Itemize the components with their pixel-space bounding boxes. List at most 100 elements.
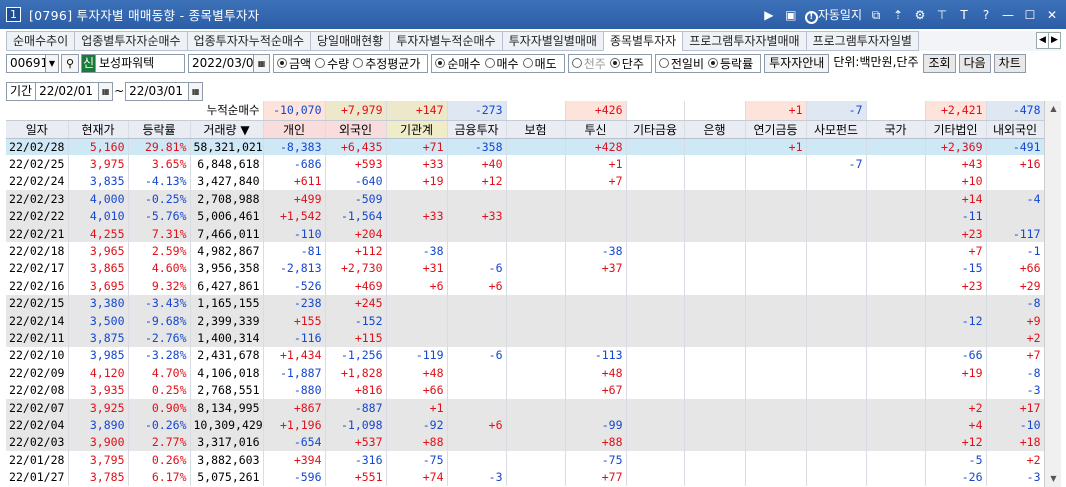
column-header[interactable]: 거래량 ▼ <box>190 119 264 139</box>
stock-code-input[interactable]: 006910 <box>6 53 56 73</box>
column-header[interactable]: 외국인 <box>325 119 387 139</box>
table-row[interactable]: 22/02/18 3,965 2.59% 4,982,867 -81 +112 -38 -38… <box>6 242 1045 260</box>
column-header[interactable]: 기타법인 <box>925 119 987 139</box>
table-row[interactable]: 22/02/24 3,835 -4.13% 3,427,840 +611 -640 +19 +… <box>6 172 1045 191</box>
pin-icon[interactable]: ⊤ <box>934 7 950 23</box>
column-header[interactable]: 일자 <box>6 119 69 139</box>
table-cell <box>806 207 867 225</box>
tab-8[interactable]: 프로그램투자자일별 <box>805 31 919 51</box>
help-icon[interactable]: ? <box>978 7 994 23</box>
settings-window-icon[interactable]: ⚙ <box>912 7 928 23</box>
radio-prev[interactable]: 전일비 <box>658 55 704 72</box>
column-header[interactable]: 은행 <box>684 119 746 139</box>
table-row[interactable]: 22/02/10 3,985 -3.28% 2,431,678 +1,434 -1,256… <box>6 346 1045 365</box>
column-header[interactable]: 보험 <box>506 119 566 139</box>
tab-7[interactable]: 프로그램투자자별매매 <box>682 31 807 51</box>
table-row[interactable]: 22/02/07 3,925 0.90% 8,134,995 +867 -887 +1 +2 +… <box>6 398 1045 417</box>
table-cell: -110 <box>263 224 326 243</box>
summary-cell: -478 <box>986 101 1045 121</box>
summary-cell: +147 <box>386 101 448 121</box>
upload-icon[interactable]: ⇡ <box>890 7 906 23</box>
table-cell: -99 <box>565 416 627 434</box>
table-row[interactable]: 22/02/11 3,875 -2.76% 1,400,314 -116 +115 +2 <box>6 329 1045 347</box>
calendar-from-icon[interactable]: ▦ <box>98 81 114 101</box>
tab-next-icon[interactable]: ▶ <box>1048 32 1061 49</box>
table-row[interactable]: 22/01/27 3,785 6.17% 5,075,261 -596 +551 +74 -3… <box>6 468 1045 486</box>
table-row[interactable]: 22/02/25 3,975 3.65% 6,848,618 -686 +593 +33 +4… <box>6 155 1045 173</box>
table-row[interactable]: 22/02/23 4,000 -0.25% 2,708,988 +499 -509 +14-… <box>6 190 1045 208</box>
table-cell: 22/02/18 <box>6 242 69 260</box>
table-cell <box>806 433 867 452</box>
column-header[interactable]: 연기금등 <box>745 119 807 139</box>
radio-thousand[interactable]: 천주 <box>571 55 606 72</box>
table-row[interactable]: 22/02/14 3,500 -9.68% 2,399,339 +155 -152 -12 +… <box>6 311 1045 330</box>
table-row[interactable]: 22/02/22 4,010 -5.76% 5,006,461 +1,542 -1,564… <box>6 207 1045 225</box>
scroll-up-icon[interactable]: ▲ <box>1045 101 1062 117</box>
tab-1[interactable]: 업종별투자자순매수 <box>74 31 188 51</box>
column-header[interactable]: 현재가 <box>68 119 129 139</box>
search-icon[interactable]: ⚲ <box>61 53 79 73</box>
vertical-scrollbar[interactable]: ▲ ▼ <box>1044 101 1061 487</box>
next-button[interactable]: 다음 <box>958 53 991 73</box>
column-header[interactable]: 투신 <box>565 119 627 139</box>
table-row[interactable]: 22/02/03 3,900 2.77% 3,317,016 -654 +537 +88 +8… <box>6 433 1045 452</box>
table-row[interactable]: 22/02/16 3,695 9.32% 6,427,861 -526 +469 +6 +6 +… <box>6 277 1045 295</box>
column-header[interactable]: 국가 <box>866 119 926 139</box>
code-dropdown-icon[interactable]: ▼ <box>45 53 59 73</box>
tab-3[interactable]: 당일매매현황 <box>309 31 391 51</box>
date-input[interactable]: 2022/03/01 <box>188 53 261 73</box>
period-from-input[interactable]: 22/02/01 <box>35 81 100 101</box>
text-icon[interactable]: T <box>956 7 972 23</box>
radio-buy[interactable]: 매수 <box>484 55 519 72</box>
table-row[interactable]: 22/02/09 4,120 4.70% 4,106,018 -1,887 +1,828 +… <box>6 364 1045 382</box>
radio-qty[interactable]: 수량 <box>315 55 349 72</box>
table-row[interactable]: 22/01/28 3,795 0.26% 3,882,603 +394 -316 -75 -7… <box>6 451 1045 469</box>
table-row[interactable]: 22/02/28 5,160 29.81% 58,321,021 -8,383 +6,43… <box>6 138 1045 156</box>
table-row[interactable]: 22/02/08 3,935 0.25% 2,768,551 -880 +816 +66 +6… <box>6 381 1045 399</box>
minimize-icon[interactable]: — <box>1000 7 1016 23</box>
table-cell: +155 <box>263 311 326 330</box>
table-cell: -596 <box>263 468 326 486</box>
unit-group: 천주 단주 <box>567 53 652 73</box>
column-header[interactable]: 등락률 <box>128 119 191 139</box>
table-row[interactable]: 22/02/17 3,865 4.60% 3,956,358 -2,813 +2,730 +… <box>6 259 1045 278</box>
tab-6[interactable]: 종목별투자자 <box>602 31 684 51</box>
play-icon[interactable]: ▶ <box>761 7 777 23</box>
radio-change[interactable]: 등락률 <box>708 55 753 72</box>
column-header[interactable]: 개인 <box>263 119 326 139</box>
scroll-down-icon[interactable]: ▼ <box>1045 471 1062 487</box>
table-cell <box>684 364 746 382</box>
calendar-to-icon[interactable]: ▦ <box>188 81 204 101</box>
link-icon[interactable]: ⧉ <box>868 7 884 23</box>
table-cell: -509 <box>325 190 387 208</box>
column-header[interactable]: 내외국인 <box>986 119 1045 139</box>
radio-amount[interactable]: 금액 <box>277 55 311 72</box>
tab-5[interactable]: 투자자별일별매매 <box>501 31 604 51</box>
radio-net[interactable]: 순매수 <box>435 55 481 72</box>
tab-0[interactable]: 순매수추이 <box>6 31 76 51</box>
calendar-icon[interactable]: ▦ <box>253 53 270 73</box>
table-cell: 22/02/15 <box>6 294 69 312</box>
close-icon[interactable]: ✕ <box>1044 7 1060 23</box>
radio-est[interactable]: 추정평균가 <box>353 55 420 72</box>
search-button[interactable]: 조회 <box>923 53 956 73</box>
table-row[interactable]: 22/02/15 3,380 -3.43% 1,165,155 -238 +245 -8 <box>6 294 1045 312</box>
table-cell <box>447 190 507 208</box>
table-cell: +9 <box>986 311 1045 330</box>
investor-guide-button[interactable]: 투자자안내 <box>764 53 830 73</box>
table-row[interactable]: 22/02/04 3,890 -0.26% 10,309,429 +1,196 -1,09… <box>6 416 1045 434</box>
radio-sell[interactable]: 매도 <box>522 55 557 72</box>
column-header[interactable]: 기타금융 <box>626 119 685 139</box>
column-header[interactable]: 기관계 <box>386 119 448 139</box>
period-to-input[interactable]: 22/03/01 <box>125 81 190 101</box>
table-row[interactable]: 22/02/21 4,255 7.31% 7,466,011 -110 +204 +23 -1… <box>6 224 1045 243</box>
tab-2[interactable]: 업종투자자누적순매수 <box>186 31 311 51</box>
tab-4[interactable]: 투자자별누적순매수 <box>389 31 503 51</box>
radio-unit-shares[interactable]: 단주 <box>609 55 644 72</box>
column-header[interactable]: 사모펀드 <box>806 119 867 139</box>
column-header[interactable]: 금융투자 <box>447 119 507 139</box>
screen-icon[interactable]: ▣ <box>783 7 799 23</box>
auto-journal-button[interactable]: ! 자동일지 <box>804 6 862 24</box>
maximize-icon[interactable]: ☐ <box>1022 7 1038 23</box>
chart-button[interactable]: 차트 <box>993 53 1026 73</box>
